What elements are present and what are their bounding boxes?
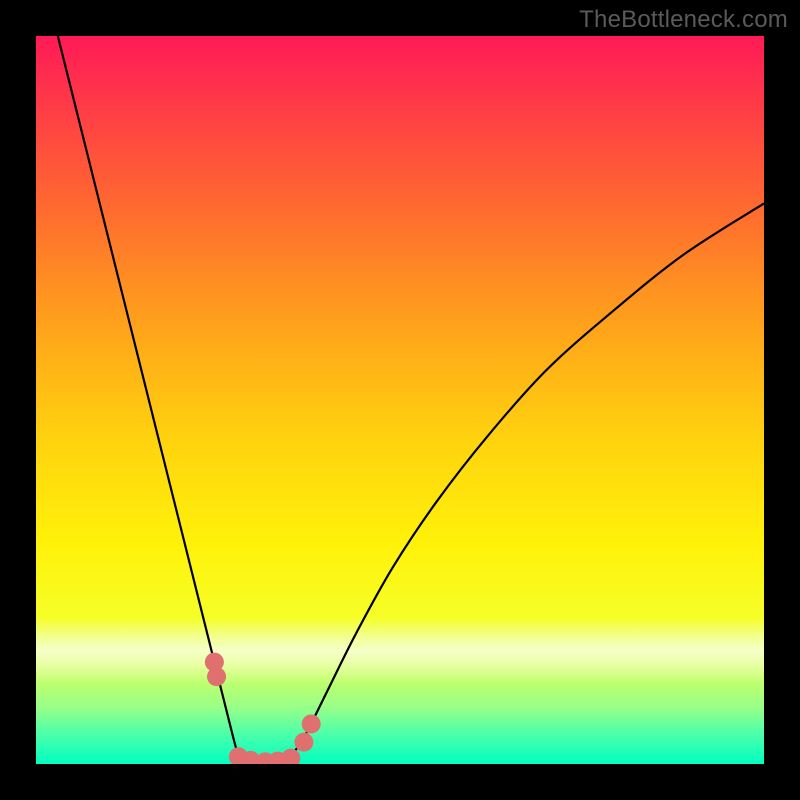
marker-dot (294, 733, 313, 752)
curve-layer (36, 36, 764, 764)
marker-group (205, 653, 321, 764)
curve-left-branch (58, 36, 239, 757)
plot-area (36, 36, 764, 764)
chart-frame: TheBottleneck.com (0, 0, 800, 800)
watermark-label: TheBottleneck.com (579, 6, 788, 34)
marker-dot (281, 749, 300, 764)
marker-dot (302, 714, 321, 733)
bottleneck-curve (58, 36, 764, 764)
curve-right-branch (291, 203, 764, 756)
marker-dot (207, 667, 226, 686)
